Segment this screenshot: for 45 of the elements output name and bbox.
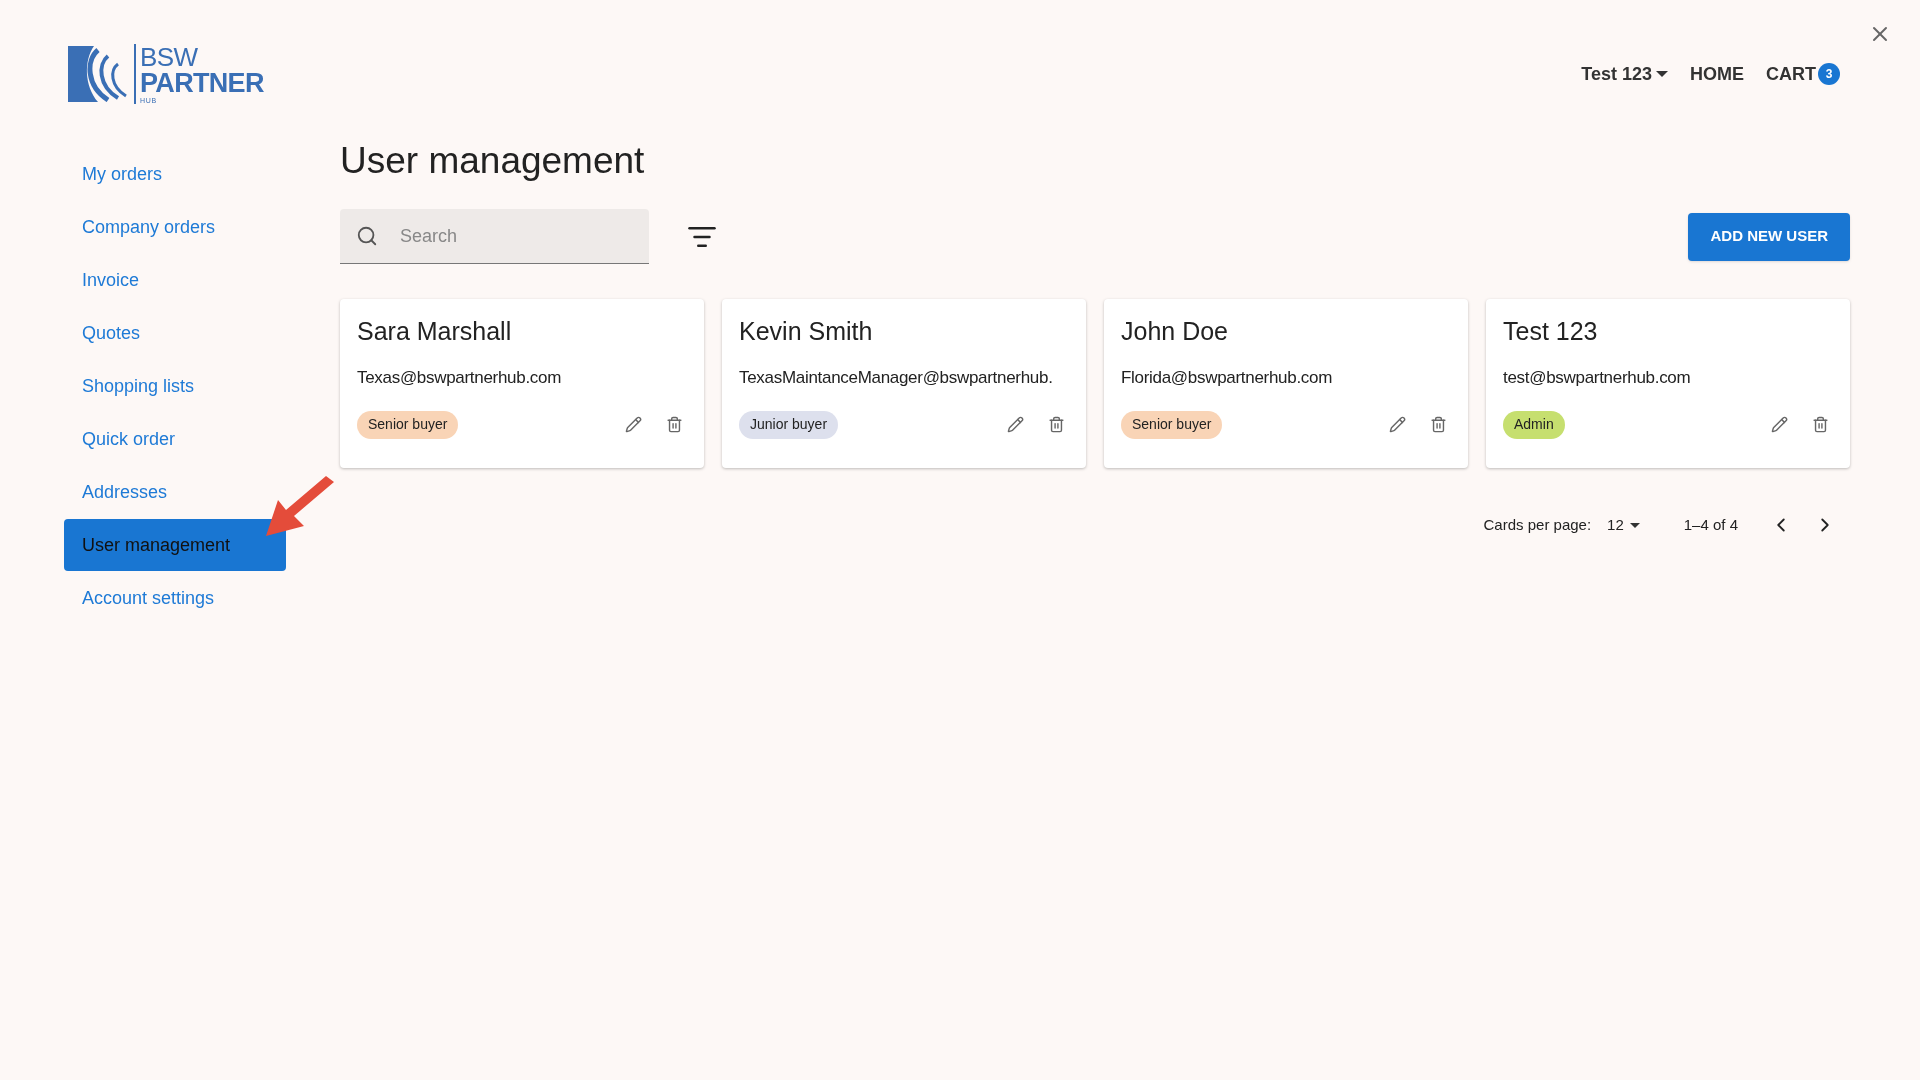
user-name: Sara Marshall: [357, 319, 513, 344]
user-email: TexasMaintanceManager@bswpartnerhub.: [739, 367, 1054, 389]
search-icon: [356, 225, 378, 247]
user-name: Test 123: [1503, 319, 1599, 344]
role-chip: Senior buyer: [1121, 410, 1223, 439]
user-email: Texas@bswpartnerhub.com: [357, 367, 563, 389]
sidebar-item[interactable]: Addresses: [64, 466, 286, 518]
home-link[interactable]: HOME: [1690, 60, 1744, 88]
sidebar-item[interactable]: Invoice: [64, 254, 286, 306]
caret-icon: [1656, 71, 1668, 77]
caret-icon: [1629, 522, 1640, 528]
account-menu[interactable]: Test 123: [1581, 60, 1668, 88]
sidebar-item[interactable]: My orders: [64, 148, 286, 200]
trash-icon: [1812, 416, 1829, 433]
user-email: Florida@bswpartnerhub.com: [1121, 367, 1334, 389]
cards-per-page-label: Cards per page:: [1483, 515, 1592, 535]
search-field[interactable]: Search: [340, 209, 649, 264]
sidebar-item[interactable]: Quotes: [64, 307, 286, 359]
logo-text: PARTNER: [140, 70, 264, 97]
role-chip: Admin: [1503, 410, 1565, 439]
user-name: Kevin Smith: [739, 319, 874, 344]
cards-per-page-select[interactable]: 12: [1607, 514, 1640, 537]
trash-icon: [1048, 416, 1065, 433]
logo-icon: [68, 46, 128, 102]
role-chip: Junior buyer: [739, 410, 839, 439]
page-range: 1–4 of 4: [1683, 515, 1738, 535]
cart-link[interactable]: CART 3: [1766, 60, 1840, 88]
trash-icon: [1430, 416, 1447, 433]
pencil-icon: [1389, 416, 1406, 433]
user-name: John Doe: [1121, 319, 1230, 344]
pencil-icon: [625, 416, 642, 433]
sidebar-item[interactable]: Account settings: [64, 572, 286, 624]
cart-count-badge: 3: [1818, 63, 1840, 85]
logo-text: BSW: [140, 44, 199, 70]
page-title: User management: [340, 142, 646, 179]
pencil-icon: [1007, 416, 1024, 433]
sidebar-item[interactable]: Shopping lists: [64, 360, 286, 412]
trash-icon: [666, 416, 683, 433]
sidebar-item[interactable]: User management: [64, 519, 286, 571]
sidebar-item[interactable]: Company orders: [64, 201, 286, 253]
add-new-user-button[interactable]: ADD NEW USER: [1688, 212, 1850, 261]
user-email: test@bswpartnerhub.com: [1503, 367, 1692, 389]
pencil-icon: [1771, 416, 1788, 433]
role-chip: Senior buyer: [357, 410, 459, 439]
sidebar-item[interactable]: Quick order: [64, 413, 286, 465]
